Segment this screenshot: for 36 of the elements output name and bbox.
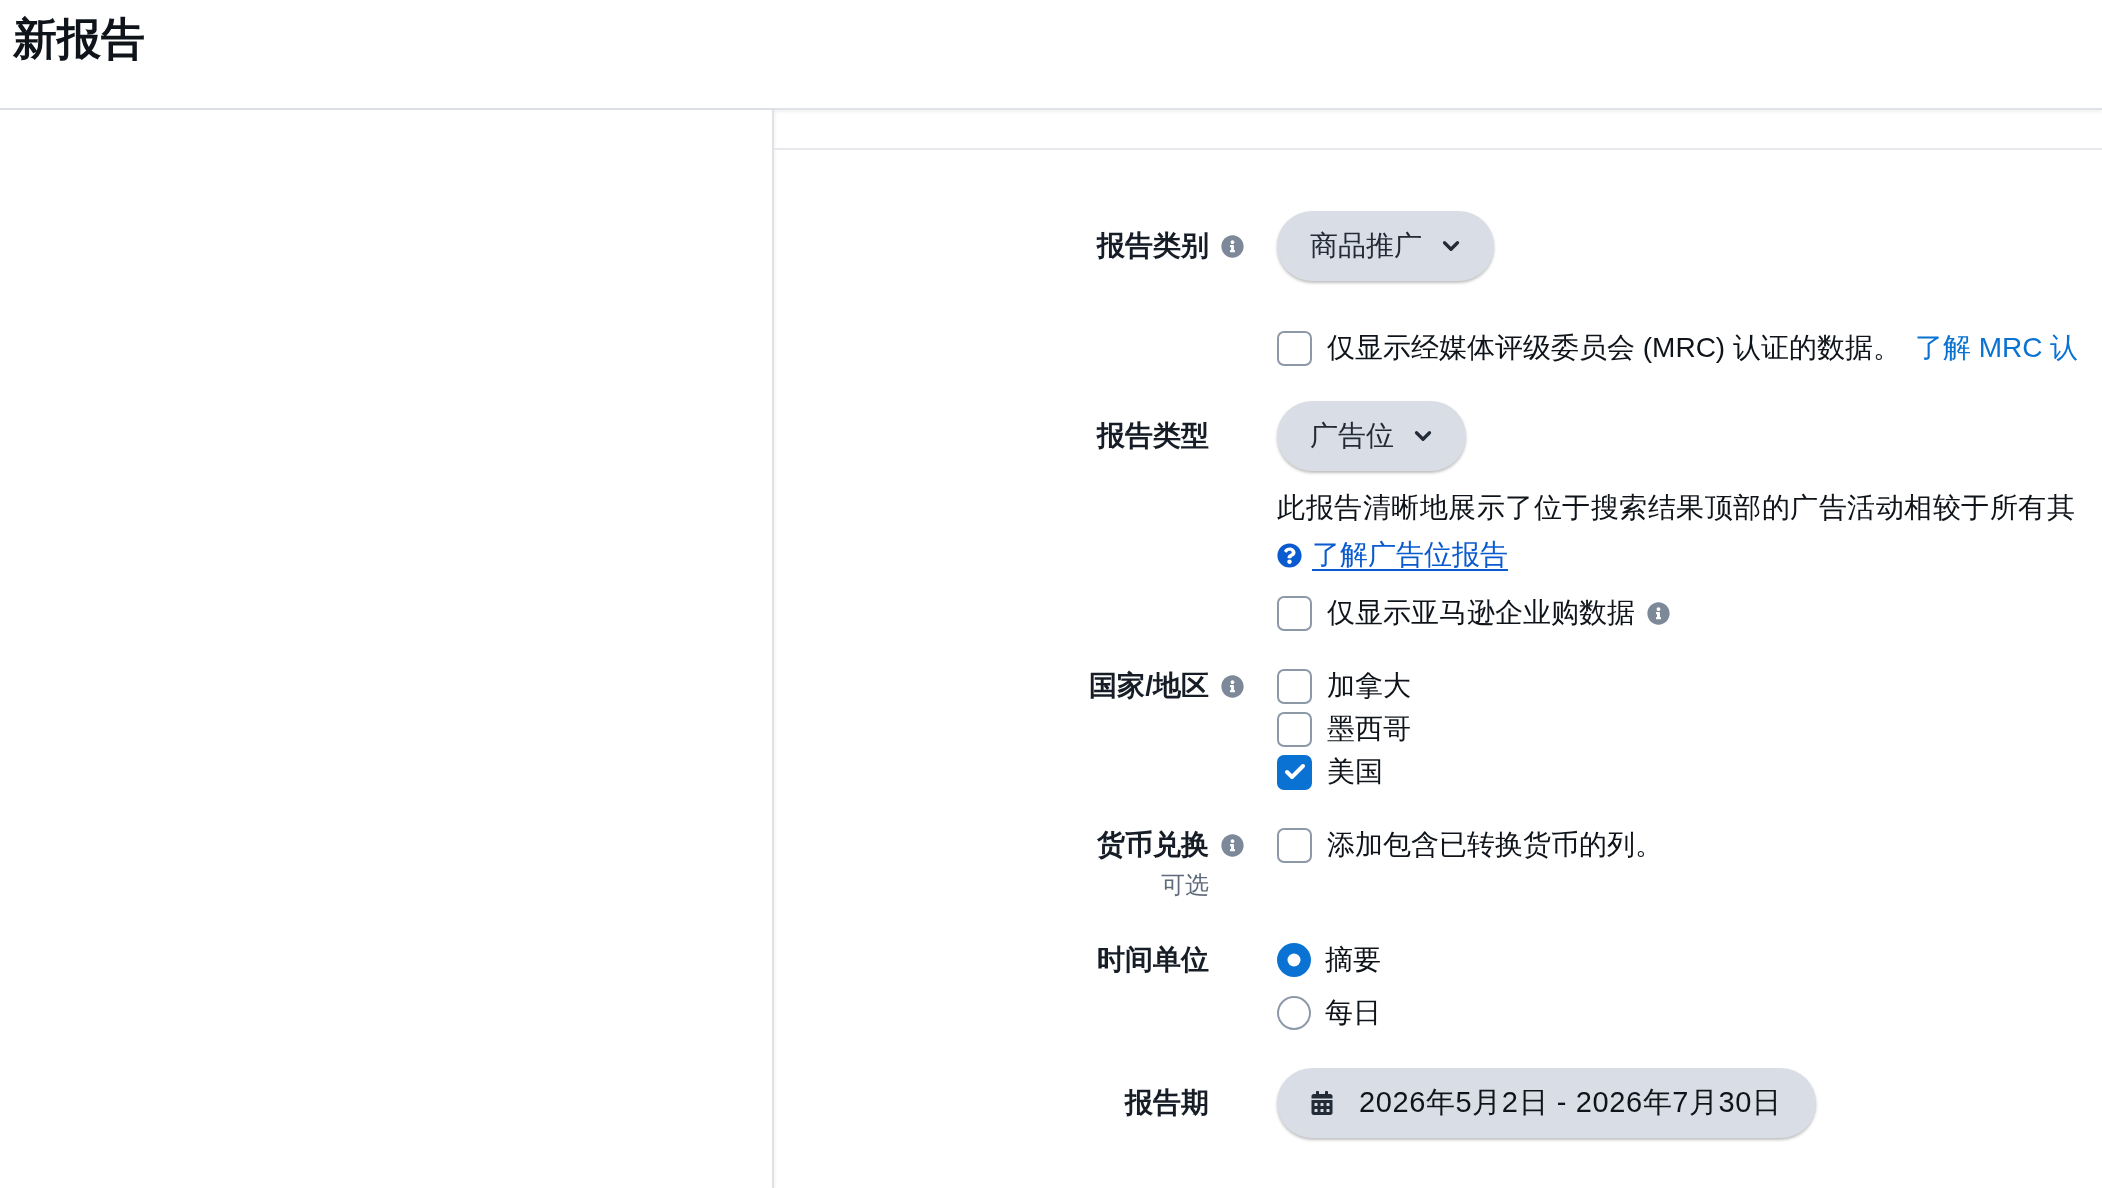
checkbox[interactable] [1277,711,1312,747]
checkbox-label: 加拿大 [1327,669,1411,703]
learn-more-link[interactable]: 了解 MRC 认 [1915,328,2079,368]
help-icon [1277,542,1302,568]
checkbox[interactable] [1277,827,1312,863]
checkbox[interactable] [1277,330,1312,366]
calendar-icon [1311,1091,1333,1115]
checkbox-label: 美国 [1327,755,1383,789]
field-label: 国家/地区 [1089,669,1209,703]
dropdown-button[interactable]: 广告位 [1277,401,1466,471]
info-icon[interactable] [1221,234,1244,258]
dropdown-button[interactable]: 商品推广 [1277,211,1494,281]
description-text: 此报告清晰地展示了位于搜索结果顶部的广告活动相较于所有其 [1277,491,2075,525]
field-label: 货币兑换 [1097,828,1209,862]
help-link[interactable]: 了解广告位报告 [1312,535,1508,575]
radio-label: 摘要 [1325,943,1381,977]
field-label: 报告类别 [1097,229,1209,263]
info-icon[interactable] [1221,674,1244,698]
checkbox[interactable] [1277,754,1312,790]
field-label: 时间单位 [1097,943,1209,977]
field-label: 报告类型 [1097,419,1209,453]
info-icon[interactable] [1221,833,1244,857]
field-label: 报告期 [1125,1086,1209,1120]
optional-hint: 可选 [1161,870,1209,900]
radio-button[interactable] [1277,996,1311,1030]
radio-label: 每日 [1325,996,1381,1030]
checkbox[interactable] [1277,595,1312,631]
info-icon[interactable] [1647,601,1670,625]
radio-button[interactable] [1277,943,1311,977]
checkbox[interactable] [1277,668,1312,704]
checkbox-label: 添加包含已转换货币的列。 [1327,828,1663,862]
checkbox-label: 墨西哥 [1327,712,1411,746]
date-range-button[interactable]: 2026年5月2日 - 2026年7月30日 [1277,1068,1816,1138]
page-title: 新报告 [13,13,146,65]
checkbox-label: 仅显示亚马逊企业购数据 [1327,596,1635,630]
checkbox-label: 仅显示经媒体评级委员会 (MRC) 认证的数据。 [1327,331,1901,365]
